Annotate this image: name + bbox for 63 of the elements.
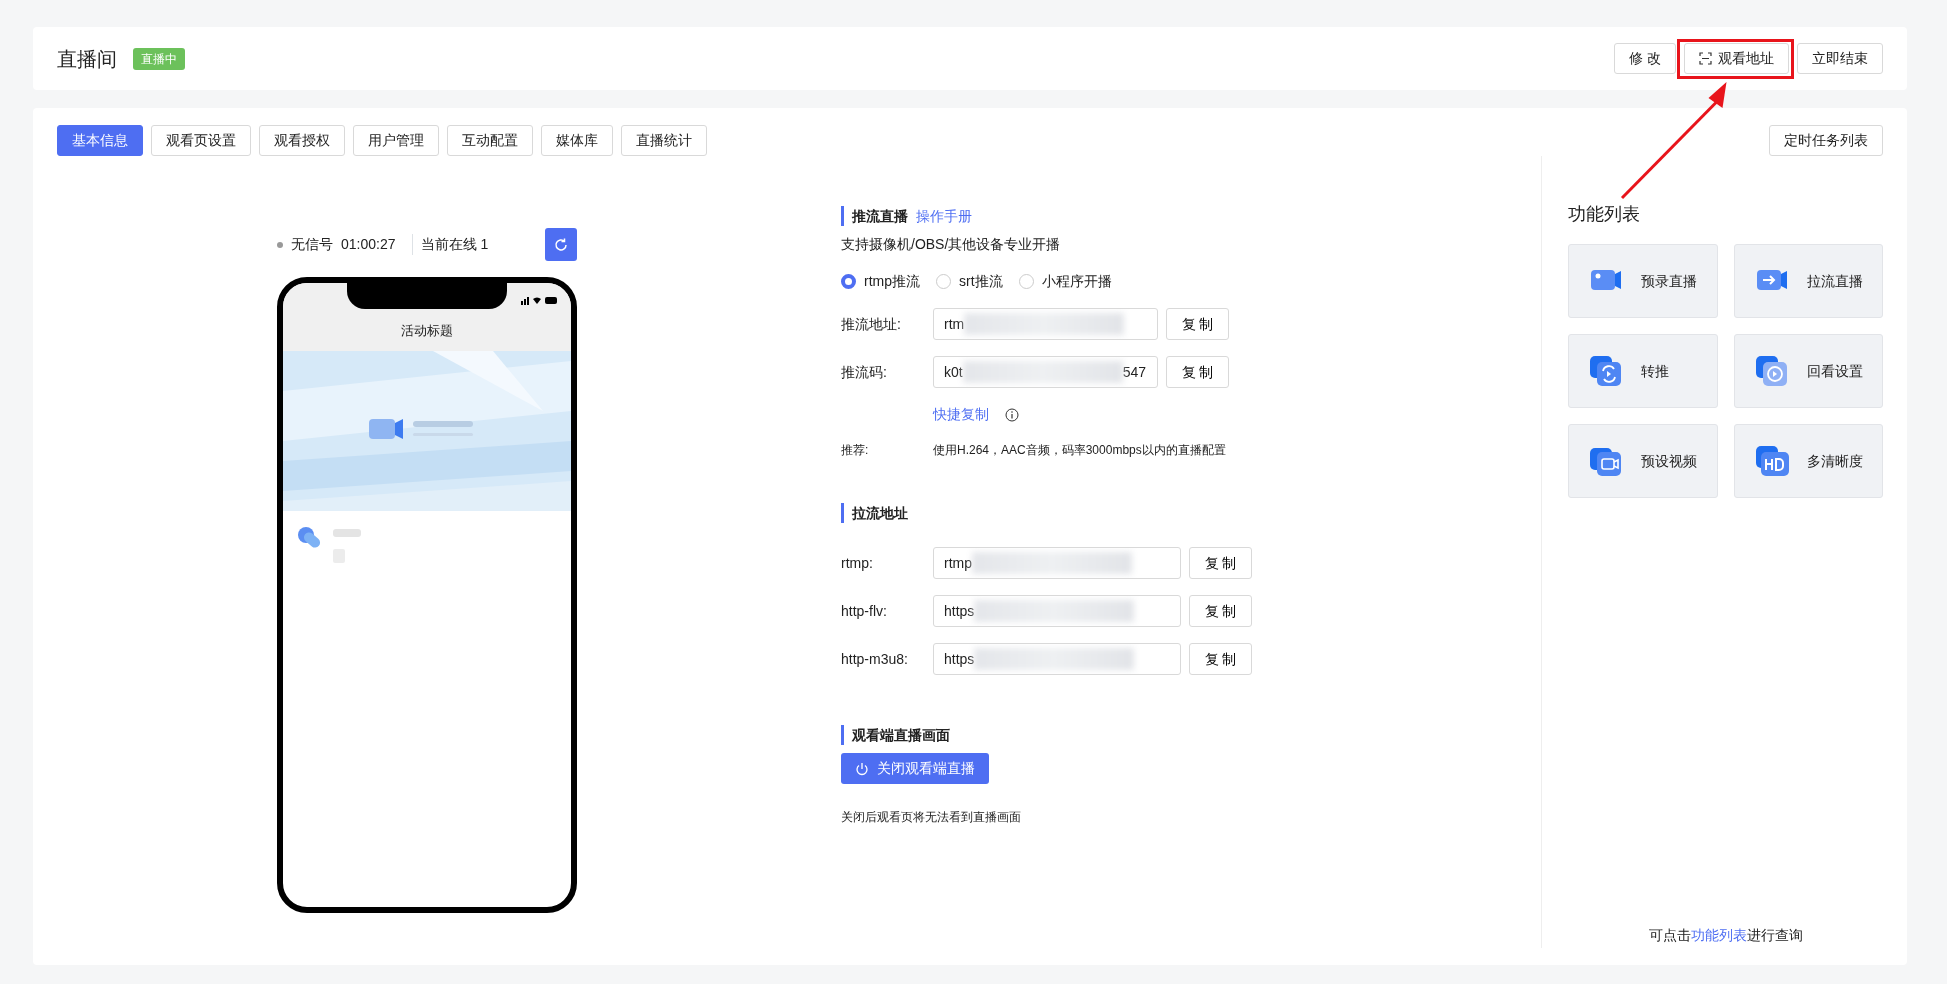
tab[interactable]: 基本信息: [57, 125, 143, 156]
section-title: 观看端直播画面: [841, 725, 1541, 745]
tab[interactable]: 媒体库: [541, 125, 613, 156]
panel-title: 功能列表: [1568, 203, 1641, 226]
feature-tile[interactable]: 转推: [1568, 334, 1718, 408]
relay-icon: [1589, 354, 1623, 388]
field-label: rtmp:: [841, 553, 874, 573]
description-text: 支持摄像机/OBS/其他设备专业开播: [841, 235, 1062, 254]
header-button[interactable]: 修 改: [1614, 43, 1676, 74]
tab[interactable]: 互动配置: [447, 125, 533, 156]
section-title: 推流直播: [852, 207, 908, 226]
field-label: 推流地址:: [841, 314, 902, 334]
status-badge: 直播中: [133, 47, 185, 70]
feature-tile[interactable]: 拉流直播: [1733, 244, 1883, 318]
footer-hint: 可点击功能列表进行查询: [1647, 926, 1804, 945]
input-field[interactable]: rtmp: [933, 547, 1181, 579]
refresh-icon: [553, 236, 569, 253]
tab[interactable]: 直播统计: [621, 125, 707, 156]
copy-button[interactable]: 复 制: [1189, 547, 1252, 579]
signal-status: 无信号: [291, 235, 333, 254]
status-dot-icon: [277, 241, 283, 248]
radio-option[interactable]: rtmp推流: [841, 271, 920, 292]
scan-icon: [1699, 52, 1712, 65]
replay-icon: [1754, 354, 1789, 388]
info-icon: [1005, 407, 1019, 422]
tab[interactable]: 观看页设置: [151, 125, 251, 156]
recommend-label: 推荐:: [841, 442, 870, 459]
feature-tile[interactable]: 预设视频: [1568, 424, 1718, 498]
field-label: http-m3u8:: [841, 649, 909, 669]
header-button[interactable]: 立即结束: [1797, 43, 1883, 74]
tab[interactable]: 用户管理: [353, 125, 439, 156]
copy-button[interactable]: 复 制: [1189, 643, 1252, 675]
feature-list-link[interactable]: 功能列表: [1690, 927, 1747, 943]
radio-option[interactable]: srt推流: [936, 271, 1003, 292]
section-title: 拉流地址: [841, 503, 1541, 523]
input-field[interactable]: https: [933, 595, 1181, 627]
tab[interactable]: 观看授权: [259, 125, 345, 156]
status-bar-icon: [521, 295, 559, 305]
field-label: http-flv:: [841, 601, 888, 621]
manual-link[interactable]: 操作手册: [916, 206, 972, 226]
close-viewer-button[interactable]: 关闭观看端直播: [841, 753, 989, 784]
live-duration: 01:00:27: [341, 235, 396, 254]
input-field[interactable]: rtm: [933, 308, 1158, 340]
page-title: 直播间: [57, 46, 117, 72]
copy-button[interactable]: 复 制: [1189, 595, 1252, 627]
quick-copy-link[interactable]: 快捷复制: [933, 404, 989, 425]
radio-option[interactable]: 小程序开播: [1018, 271, 1112, 292]
field-label: 推流码:: [841, 362, 888, 382]
hd-icon: [1754, 444, 1789, 478]
feature-tile[interactable]: 多清晰度: [1733, 424, 1883, 498]
refresh-button[interactable]: [545, 228, 577, 261]
note-text: 关闭后观看页将无法看到直播画面: [841, 809, 1022, 826]
schedule-button[interactable]: 定时任务列表: [1769, 125, 1883, 156]
feature-tile[interactable]: 预录直播: [1568, 244, 1718, 318]
input-field[interactable]: https: [933, 643, 1181, 675]
recommend-text: 使用H.264，AAC音频，码率3000mbps以内的直播配置: [933, 442, 1226, 459]
copy-button[interactable]: 复 制: [1166, 356, 1229, 388]
power-icon: [855, 761, 869, 776]
copy-button[interactable]: 复 制: [1166, 308, 1229, 340]
online-count: 当前在线 1: [411, 234, 489, 255]
feature-tile[interactable]: 回看设置: [1733, 334, 1883, 408]
watch-address-button[interactable]: 观看地址: [1684, 43, 1789, 74]
input-field[interactable]: k0t 547: [933, 356, 1158, 388]
